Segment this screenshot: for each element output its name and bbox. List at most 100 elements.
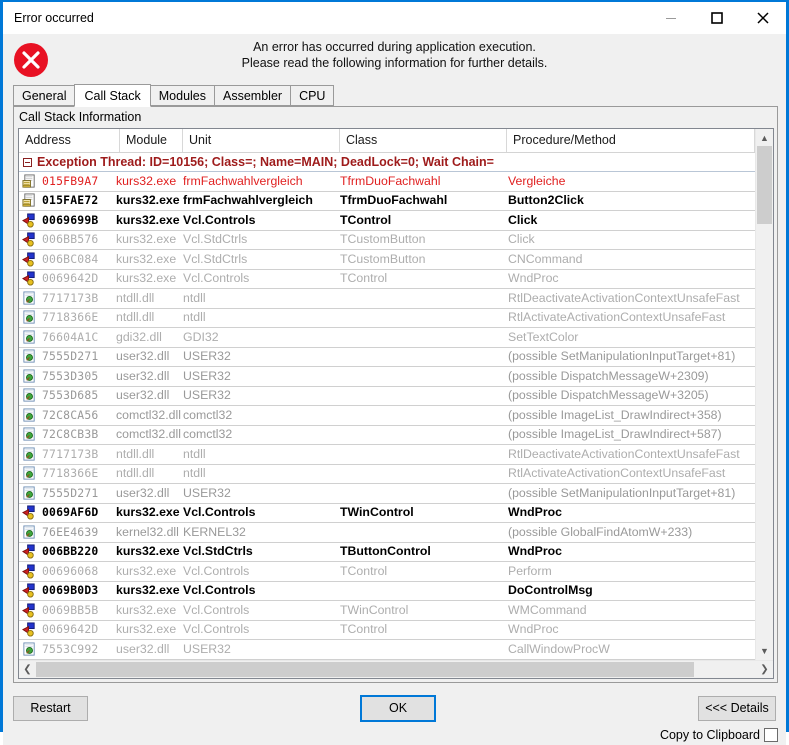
cell-module: kurs32.exe <box>116 505 180 520</box>
maximize-button[interactable] <box>694 2 740 33</box>
cell-unit: ntdll <box>183 446 206 461</box>
cell-address: 0069642D <box>42 271 99 286</box>
copy-to-clipboard-label: Copy to Clipboard <box>659 727 760 742</box>
table-row[interactable]: 015FAE72 kurs32.exe frmFachwahlvergleich Tf… <box>19 191 755 211</box>
cell-unit: USER32 <box>183 485 231 500</box>
cell-module: kurs32.exe <box>116 583 180 598</box>
table-row[interactable]: 006BB576 kurs32.exe Vcl.StdCtrls TCustomBut… <box>19 230 755 250</box>
vertical-scrollbar[interactable]: ▲ ▼ <box>755 129 773 660</box>
cell-class: TControl <box>340 271 388 286</box>
cell-class: TButtonControl <box>340 544 431 559</box>
cell-procedure: RtlActivateActivationContextUnsafeFast <box>508 310 726 325</box>
cell-procedure: (possible SetManipulationInputTarget+81) <box>508 485 736 500</box>
vcl-icon <box>19 269 40 288</box>
vcl-icon <box>19 250 40 269</box>
table-row[interactable]: 0069642D kurs32.exe Vcl.Controls TControl Wn… <box>19 620 755 640</box>
table-row[interactable]: 7717173B ntdll.dll ntdll RtlDeactivateActiv… <box>19 445 755 465</box>
details-button[interactable]: <<< Details <box>698 695 776 721</box>
column-header-unit[interactable]: Unit <box>183 129 340 152</box>
cell-procedure: DoControlMsg <box>508 583 593 598</box>
column-header-module[interactable]: Module <box>120 129 183 152</box>
tab-general[interactable]: General <box>13 85 76 106</box>
scroll-left-icon[interactable]: ❮ <box>19 661 36 678</box>
exception-thread-label: Exception Thread: ID=10156; Class=; Name… <box>37 155 494 169</box>
cell-unit: frmFachwahlvergleich <box>183 193 313 208</box>
minimize-button[interactable] <box>648 2 694 33</box>
collapse-minus-icon[interactable] <box>23 157 32 167</box>
cell-address: 7553D685 <box>42 388 99 403</box>
scroll-right-icon[interactable]: ❯ <box>756 661 773 678</box>
table-row[interactable]: 76EE4639 kernel32.dll KERNEL32 (possible Gl… <box>19 523 755 543</box>
cell-class <box>338 347 505 366</box>
table-row[interactable]: 0069BB5B kurs32.exe Vcl.Controls TWinContro… <box>19 601 755 621</box>
table-row[interactable]: 0069642D kurs32.exe Vcl.Controls TControl Wn… <box>19 269 755 289</box>
cell-procedure: WndProc <box>508 622 559 637</box>
message-line-2: Please read the following information fo… <box>241 56 548 70</box>
vcl-icon <box>19 542 40 561</box>
table-row[interactable]: 7553C992 user32.dll USER32 CallWindowProcW <box>19 640 755 660</box>
error-dialog-window: Error occurred An error has occurred dur… <box>0 0 789 745</box>
cell-module: kurs32.exe <box>116 602 177 617</box>
table-row[interactable]: 7555D271 user32.dll USER32 (possible SetMan… <box>19 347 755 367</box>
tab-cpu[interactable]: CPU <box>290 85 335 106</box>
vertical-scrollbar-thumb[interactable] <box>757 146 772 224</box>
table-row[interactable]: 015FB9A7 kurs32.exe frmFachwahlvergleich Tf… <box>19 172 755 192</box>
dll-icon <box>19 367 40 386</box>
cell-procedure: WndProc <box>508 505 562 520</box>
table-row[interactable]: 7553D305 user32.dll USER32 (possible Dispat… <box>19 367 755 387</box>
cell-class <box>338 464 505 483</box>
dll-icon <box>19 289 40 308</box>
dll-icon <box>19 523 40 542</box>
cell-unit: Vcl.Controls <box>183 212 256 227</box>
column-header-address[interactable]: Address <box>19 129 120 152</box>
copy-to-clipboard-checkbox[interactable] <box>764 727 778 742</box>
cell-class <box>338 581 505 600</box>
cell-unit: Vcl.Controls <box>183 583 256 598</box>
close-button[interactable] <box>740 2 786 33</box>
cell-module: user32.dll <box>116 388 170 403</box>
cell-unit: USER32 <box>183 368 231 383</box>
cell-procedure: Click <box>508 232 535 247</box>
table-row[interactable]: 72C8CB3B comctl32.dll comctl32 (possible Im… <box>19 425 755 445</box>
cell-module: ntdll.dll <box>116 310 155 325</box>
cell-procedure: Vergleiche <box>508 173 566 188</box>
table-row[interactable]: 7717173B ntdll.dll ntdll RtlDeactivateActiv… <box>19 289 755 309</box>
table-row[interactable]: 72C8CA56 comctl32.dll comctl32 (possible Im… <box>19 406 755 426</box>
table-row[interactable]: 0069B0D3 kurs32.exe Vcl.Controls DoControlM… <box>19 581 755 601</box>
tab-modules[interactable]: Modules <box>149 85 216 106</box>
scroll-down-icon[interactable]: ▼ <box>756 643 773 660</box>
table-row[interactable]: 0069AF6D kurs32.exe Vcl.Controls TWinContro… <box>19 503 755 523</box>
dll-icon <box>19 640 40 659</box>
cell-unit: comctl32 <box>183 427 233 442</box>
panel-caption: Call Stack Information <box>14 107 777 128</box>
exception-thread-group-row[interactable]: Exception Thread: ID=10156; Class=; Name… <box>19 153 755 172</box>
table-row[interactable]: 0069699B kurs32.exe Vcl.Controls TControl Cl… <box>19 211 755 231</box>
dll-icon <box>19 308 40 327</box>
horizontal-scrollbar[interactable]: ❮ ❯ <box>19 659 773 678</box>
table-row[interactable]: 7718366E ntdll.dll ntdll RtlActivateActivat… <box>19 464 755 484</box>
scroll-up-icon[interactable]: ▲ <box>756 129 773 146</box>
cell-unit: Vcl.Controls <box>183 602 250 617</box>
cell-address: 76EE4639 <box>42 524 99 539</box>
column-header-class[interactable]: Class <box>340 129 507 152</box>
table-row[interactable]: 7718366E ntdll.dll ntdll RtlActivateActivat… <box>19 308 755 328</box>
copy-to-clipboard-row[interactable]: Copy to Clipboard <box>659 727 778 742</box>
cell-module: kurs32.exe <box>116 251 177 266</box>
cell-class <box>338 425 505 444</box>
table-row[interactable]: 7553D685 user32.dll USER32 (possible Dispat… <box>19 386 755 406</box>
table-row[interactable]: 76604A1C gdi32.dll GDI32 SetTextColor <box>19 328 755 348</box>
table-row[interactable]: 006BC084 kurs32.exe Vcl.StdCtrls TCustomBut… <box>19 250 755 270</box>
horizontal-scrollbar-thumb[interactable] <box>36 661 694 677</box>
cell-class: TWinControl <box>340 505 414 520</box>
table-row[interactable]: 006BB220 kurs32.exe Vcl.StdCtrls TButtonCon… <box>19 542 755 562</box>
cell-address: 7555D271 <box>42 349 99 364</box>
column-header-procedure[interactable]: Procedure/Method <box>507 129 755 152</box>
table-row[interactable]: 00696068 kurs32.exe Vcl.Controls TControl Pe… <box>19 562 755 582</box>
ok-button[interactable]: OK <box>360 694 436 722</box>
restart-button[interactable]: Restart <box>13 695 88 721</box>
cell-module: user32.dll <box>116 485 170 500</box>
tab-call-stack[interactable]: Call Stack <box>74 84 151 107</box>
table-row[interactable]: 7555D271 user32.dll USER32 (possible SetMan… <box>19 484 755 504</box>
tab-assembler[interactable]: Assembler <box>214 85 292 106</box>
grid-column-header: Address Module Unit Class Procedure/Meth… <box>19 129 755 153</box>
